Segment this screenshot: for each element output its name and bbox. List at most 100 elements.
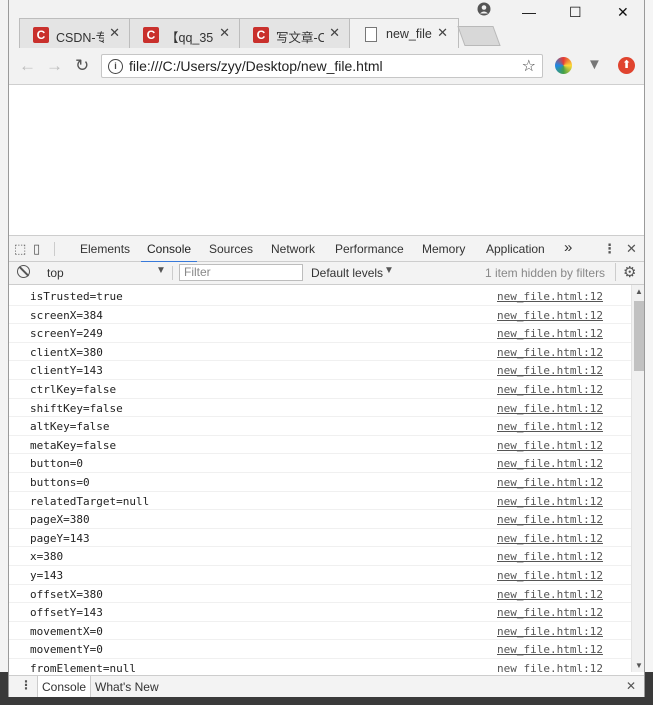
scroll-down-icon[interactable]: ▼ bbox=[635, 661, 643, 670]
console-message-row: movementY=0 new_file.html:12 bbox=[9, 640, 631, 659]
console-message-text: ctrlKey=false bbox=[30, 383, 117, 396]
desktop-left-edge bbox=[0, 0, 8, 705]
profile-icon[interactable] bbox=[477, 2, 491, 19]
address-bar[interactable]: i file:///C:/Users/zyy/Desktop/new_file.… bbox=[101, 54, 543, 78]
source-link[interactable]: new_file.html:12 bbox=[497, 327, 603, 340]
browser-toolbar: ← → ↻ i file:///C:/Users/zyy/Desktop/new… bbox=[9, 48, 644, 85]
scroll-up-icon[interactable]: ▲ bbox=[635, 287, 643, 296]
console-message-row: shiftKey=false new_file.html:12 bbox=[9, 399, 631, 418]
source-link[interactable]: new_file.html:12 bbox=[497, 532, 603, 545]
console-message-row: clientX=380 new_file.html:12 bbox=[9, 343, 631, 362]
source-link[interactable]: new_file.html:12 bbox=[497, 643, 603, 656]
console-message-row: offsetY=143 new_file.html:12 bbox=[9, 603, 631, 622]
source-link[interactable]: new_file.html:12 bbox=[497, 513, 603, 526]
source-link[interactable]: new_file.html:12 bbox=[497, 309, 603, 322]
tab-network[interactable]: Network bbox=[271, 242, 315, 256]
new-tab-button[interactable] bbox=[457, 26, 501, 46]
tab-title: 写文章-C bbox=[276, 31, 324, 45]
minimize-icon[interactable]: — bbox=[522, 4, 536, 20]
scrollbar-thumb[interactable] bbox=[634, 301, 644, 371]
source-link[interactable]: new_file.html:12 bbox=[497, 476, 603, 489]
console-message-text: movementX=0 bbox=[30, 624, 103, 638]
page-content[interactable] bbox=[9, 85, 644, 235]
reload-icon[interactable]: ↻ bbox=[75, 56, 89, 76]
console-message-row: pageX=380 new_file.html:12 bbox=[9, 510, 631, 529]
drawer-tab-console[interactable]: Console bbox=[42, 680, 86, 694]
console-message-text: buttons=0 bbox=[30, 476, 90, 489]
close-window-icon[interactable]: ✕ bbox=[617, 4, 629, 21]
source-link[interactable]: new_file.html:12 bbox=[497, 625, 603, 638]
tab-qq35[interactable]: C 【qq_35 ✕ bbox=[129, 18, 241, 48]
source-link[interactable]: new_file.html:12 bbox=[497, 346, 603, 359]
close-icon[interactable]: ✕ bbox=[109, 25, 120, 41]
bookmark-star-icon[interactable]: ☆ bbox=[522, 56, 536, 76]
source-link[interactable]: new_file.html:12 bbox=[497, 457, 603, 470]
drawer-menu-icon[interactable]: ⋮ bbox=[20, 678, 32, 692]
hidden-items-info: 1 item hidden by filters bbox=[485, 266, 606, 280]
address-url[interactable]: file:///C:/Users/zyy/Desktop/new_file.ht… bbox=[129, 58, 383, 74]
tab-sources[interactable]: Sources bbox=[209, 242, 253, 256]
console-message-row: movementX=0 new_file.html:12 bbox=[9, 622, 631, 641]
source-link[interactable]: new_file.html:12 bbox=[497, 420, 603, 433]
source-link[interactable]: new_file.html:12 bbox=[497, 662, 603, 672]
tab-performance[interactable]: Performance bbox=[335, 242, 404, 256]
console-message-row: button=0 new_file.html:12 bbox=[9, 454, 631, 473]
back-icon[interactable]: ← bbox=[19, 56, 36, 76]
close-devtools-icon[interactable]: ✕ bbox=[626, 241, 637, 257]
device-toolbar-icon[interactable]: ▯ bbox=[33, 241, 40, 257]
console-message-text: offsetX=380 bbox=[30, 587, 103, 601]
more-tabs-icon[interactable]: » bbox=[564, 239, 572, 256]
tab-new-file[interactable]: new_file ✕ bbox=[349, 18, 459, 49]
tab-memory[interactable]: Memory bbox=[422, 242, 465, 256]
console-scrollbar[interactable]: ▲ ▼ bbox=[631, 285, 644, 672]
info-icon[interactable]: i bbox=[108, 59, 123, 74]
source-link[interactable]: new_file.html:12 bbox=[497, 550, 603, 563]
context-dropdown-icon[interactable]: ▼ bbox=[156, 265, 166, 276]
adblock-extension-icon[interactable]: ⬆ bbox=[618, 57, 635, 74]
tab-elements[interactable]: Elements bbox=[80, 242, 130, 256]
tab-title: new_file bbox=[386, 27, 432, 41]
source-link[interactable]: new_file.html:12 bbox=[497, 364, 603, 377]
source-link[interactable]: new_file.html:12 bbox=[497, 569, 603, 582]
source-link[interactable]: new_file.html:12 bbox=[497, 588, 603, 601]
inspect-element-icon[interactable]: ⬚ bbox=[14, 241, 26, 257]
source-link[interactable]: new_file.html:12 bbox=[497, 439, 603, 452]
source-link[interactable]: new_file.html:12 bbox=[497, 495, 603, 508]
console-message-row: screenY=249 new_file.html:12 bbox=[9, 324, 631, 343]
console-message-row: screenX=384 new_file.html:12 bbox=[9, 306, 631, 325]
console-message-text: x=380 bbox=[30, 550, 64, 564]
color-extension-icon[interactable] bbox=[555, 57, 572, 74]
levels-dropdown-icon[interactable]: ▼ bbox=[384, 265, 394, 276]
tab-title: 【qq_35 bbox=[166, 31, 214, 45]
close-drawer-icon[interactable]: ✕ bbox=[626, 679, 636, 693]
csdn-icon: C bbox=[33, 27, 49, 43]
source-link[interactable]: new_file.html:12 bbox=[497, 402, 603, 415]
source-link[interactable]: new_file.html:12 bbox=[497, 383, 603, 396]
close-icon[interactable]: ✕ bbox=[437, 25, 448, 41]
kebab-menu-icon[interactable]: ⋮ bbox=[603, 241, 616, 257]
vpn-extension-icon[interactable]: ▼ bbox=[587, 56, 602, 73]
drawer-tab-whats-new[interactable]: What's New bbox=[95, 680, 159, 694]
console-output[interactable]: isTrusted=true new_file.html:12 screenX=38… bbox=[9, 285, 631, 672]
console-message-text: isTrusted=true bbox=[30, 290, 123, 303]
forward-icon[interactable]: → bbox=[46, 56, 63, 76]
tab-application[interactable]: Application bbox=[486, 242, 545, 256]
settings-gear-icon[interactable]: ⚙ bbox=[623, 263, 636, 281]
maximize-icon[interactable]: ☐ bbox=[569, 4, 582, 21]
csdn-icon: C bbox=[253, 27, 269, 43]
tab-console[interactable]: Console bbox=[140, 242, 198, 263]
filter-input[interactable]: Filter bbox=[179, 264, 303, 281]
tab-write-article[interactable]: C 写文章-C ✕ bbox=[239, 18, 351, 48]
console-message-text: metaKey=false bbox=[30, 438, 117, 452]
console-message-row: fromElement=null new_file.html:12 bbox=[9, 659, 631, 672]
context-selector[interactable]: top bbox=[47, 266, 64, 280]
source-link[interactable]: new_file.html:12 bbox=[497, 606, 603, 619]
tab-csdn[interactable]: C CSDN-专 ✕ bbox=[19, 18, 131, 48]
clear-console-icon[interactable] bbox=[17, 265, 30, 278]
close-icon[interactable]: ✕ bbox=[219, 25, 230, 41]
console-message-text: shiftKey=false bbox=[30, 401, 123, 415]
console-message-row: relatedTarget=null new_file.html:12 bbox=[9, 492, 631, 511]
log-levels-select[interactable]: Default levels bbox=[311, 266, 383, 280]
source-link[interactable]: new_file.html:12 bbox=[497, 290, 603, 303]
close-icon[interactable]: ✕ bbox=[329, 25, 340, 41]
